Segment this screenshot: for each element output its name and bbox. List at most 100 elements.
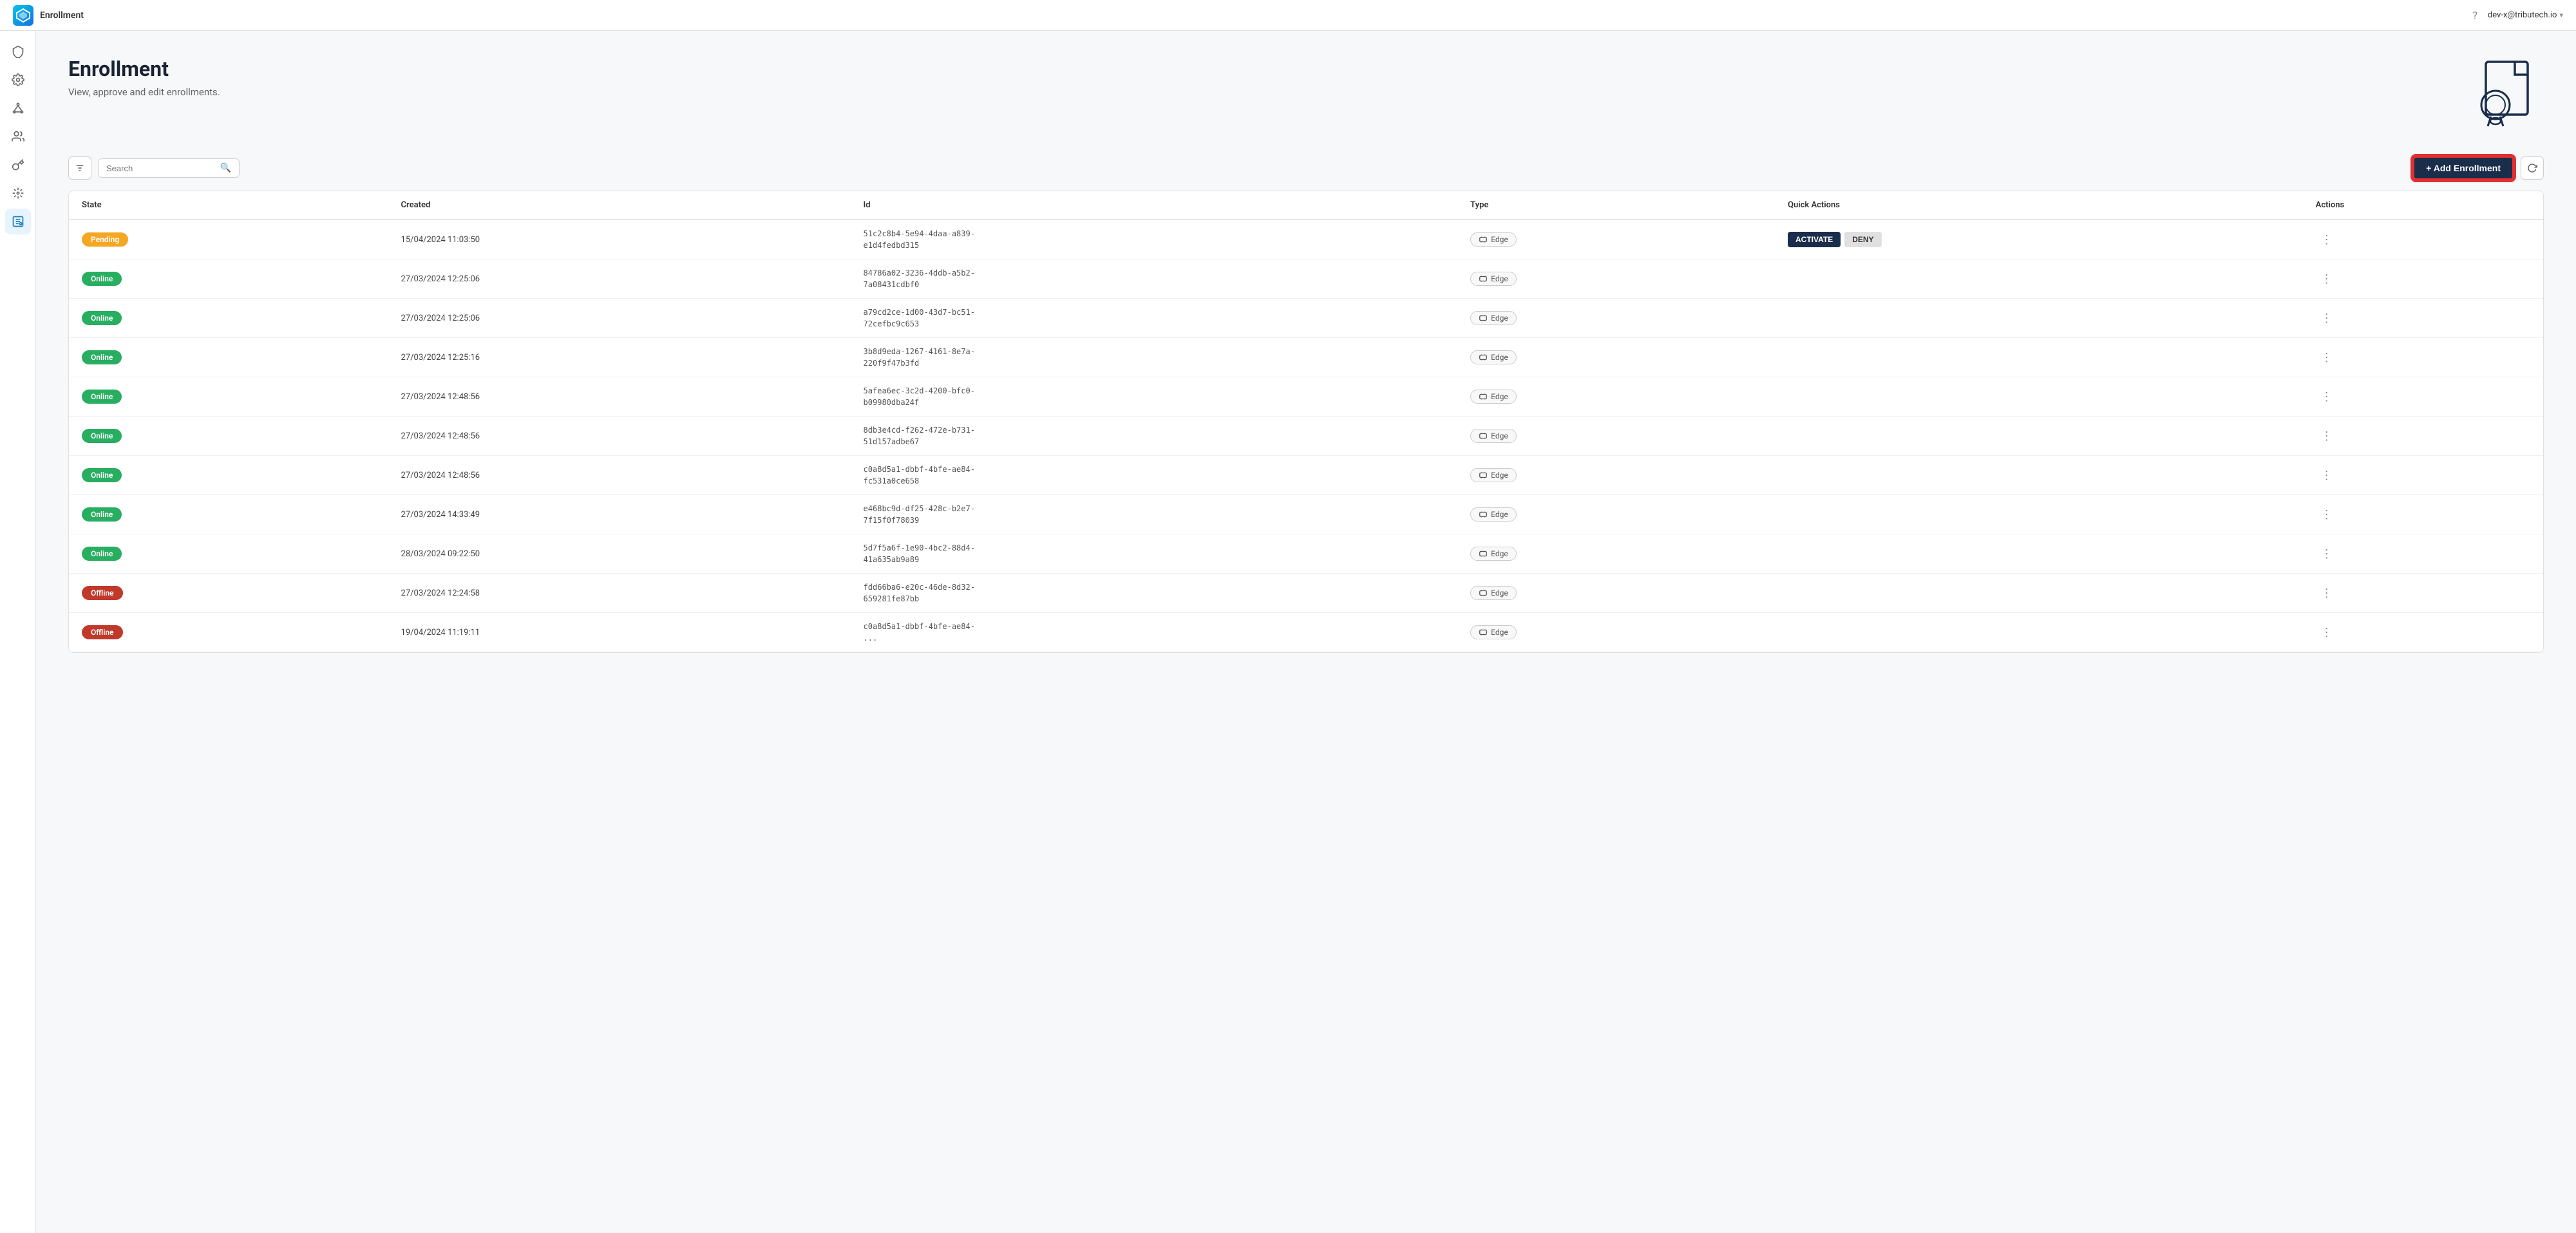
cell-id: c0a8d5a1-dbbf-4bfe-ae84- ... <box>851 613 1458 652</box>
sidebar-item-enrollment[interactable] <box>5 209 31 234</box>
sidebar-item-network[interactable] <box>5 95 31 121</box>
cell-quick-actions <box>1775 338 2303 377</box>
network-icon <box>12 102 24 115</box>
app-logo <box>13 5 33 26</box>
state-badge: Online <box>82 429 122 443</box>
edge-type-badge[interactable]: Edge <box>1470 429 1517 443</box>
table-row: Online27/03/2024 14:33:49e468bc9d-df25-4… <box>69 495 2543 534</box>
table-row: Online27/03/2024 12:25:0684786a02-3236-4… <box>69 259 2543 299</box>
table-row: Online27/03/2024 12:25:06a79cd2ce-1d00-4… <box>69 299 2543 338</box>
cell-type: Edge <box>1457 417 1775 456</box>
more-actions-button[interactable]: ⋮ <box>2316 388 2338 406</box>
col-actions: Actions <box>2303 191 2543 220</box>
sidebar-item-integrations[interactable] <box>5 180 31 206</box>
state-badge: Online <box>82 390 122 404</box>
gear-icon <box>12 73 24 86</box>
add-enrollment-button[interactable]: + Add Enrollment <box>2412 156 2514 180</box>
cell-state: Online <box>69 456 388 495</box>
cell-quick-actions <box>1775 377 2303 417</box>
search-icon: 🔍 <box>220 163 231 173</box>
user-menu[interactable]: dev-x@tributech.io ▾ <box>2488 10 2563 20</box>
help-icon[interactable]: ? <box>2472 9 2477 21</box>
page-title: Enrollment <box>68 57 220 81</box>
edge-icon <box>1479 549 1488 558</box>
table-row: Online27/03/2024 12:48:568db3e4cd-f262-4… <box>69 417 2543 456</box>
cell-created: 27/03/2024 12:48:56 <box>388 417 851 456</box>
edge-type-badge[interactable]: Edge <box>1470 350 1517 364</box>
refresh-button[interactable] <box>2521 156 2544 180</box>
key-icon <box>12 158 24 171</box>
cell-type: Edge <box>1457 259 1775 299</box>
col-id: Id <box>851 191 1458 220</box>
integrations-icon <box>12 187 24 200</box>
cell-created: 27/03/2024 12:24:58 <box>388 574 851 613</box>
deny-button[interactable]: DENY <box>1844 232 1881 247</box>
more-actions-button[interactable]: ⋮ <box>2316 231 2338 249</box>
cell-quick-actions <box>1775 574 2303 613</box>
cell-id: 5d7f5a6f-1e90-4bc2-88d4- 41a635ab9a89 <box>851 534 1458 574</box>
more-actions-button[interactable]: ⋮ <box>2316 623 2338 642</box>
edge-type-badge[interactable]: Edge <box>1470 272 1517 286</box>
more-actions-button[interactable]: ⋮ <box>2316 270 2338 288</box>
page-header-icon <box>2467 57 2544 130</box>
chevron-down-icon: ▾ <box>2559 11 2563 19</box>
activate-button[interactable]: ACTIVATE <box>1788 232 1841 247</box>
col-created: Created <box>388 191 851 220</box>
cell-type: Edge <box>1457 534 1775 574</box>
edge-type-badge[interactable]: Edge <box>1470 547 1517 561</box>
users-icon <box>12 130 24 143</box>
cell-state: Online <box>69 377 388 417</box>
edge-type-badge[interactable]: Edge <box>1470 468 1517 482</box>
app-title: Enrollment <box>40 10 84 21</box>
state-badge: Online <box>82 311 122 325</box>
edge-type-badge[interactable]: Edge <box>1470 311 1517 325</box>
edge-type-badge[interactable]: Edge <box>1470 232 1517 247</box>
more-actions-button[interactable]: ⋮ <box>2316 466 2338 485</box>
edge-type-badge[interactable]: Edge <box>1470 390 1517 404</box>
cell-state: Online <box>69 417 388 456</box>
main-content: Enrollment View, approve and edit enroll… <box>36 31 2576 1233</box>
cell-quick-actions <box>1775 417 2303 456</box>
topbar-left: Enrollment <box>13 5 84 26</box>
state-badge: Online <box>82 507 122 522</box>
table-header-row: State Created Id Type Quick Actions Acti… <box>69 191 2543 220</box>
edge-icon <box>1479 431 1488 440</box>
cell-state: Online <box>69 495 388 534</box>
cell-type: Edge <box>1457 456 1775 495</box>
topbar: Enrollment ? dev-x@tributech.io ▾ <box>0 0 2576 31</box>
cell-id: fdd66ba6-e20c-46de-8d32- 659281fe87bb <box>851 574 1458 613</box>
cell-actions: ⋮ <box>2303 338 2543 377</box>
edge-type-badge[interactable]: Edge <box>1470 625 1517 639</box>
toolbar-left: 🔍 <box>68 156 240 180</box>
sidebar-item-keys[interactable] <box>5 152 31 178</box>
more-actions-button[interactable]: ⋮ <box>2316 309 2338 328</box>
more-actions-button[interactable]: ⋮ <box>2316 505 2338 524</box>
cell-actions: ⋮ <box>2303 299 2543 338</box>
edge-type-badge[interactable]: Edge <box>1470 586 1517 600</box>
cell-state: Online <box>69 259 388 299</box>
table-row: Online27/03/2024 12:25:163b8d9eda-1267-4… <box>69 338 2543 377</box>
cell-actions: ⋮ <box>2303 417 2543 456</box>
edge-type-badge[interactable]: Edge <box>1470 507 1517 522</box>
more-actions-button[interactable]: ⋮ <box>2316 348 2338 367</box>
more-actions-button[interactable]: ⋮ <box>2316 584 2338 603</box>
sidebar-item-users[interactable] <box>5 124 31 149</box>
cell-quick-actions: ACTIVATEDENY <box>1775 220 2303 259</box>
more-actions-button[interactable]: ⋮ <box>2316 545 2338 563</box>
sidebar-item-security[interactable] <box>5 39 31 64</box>
table-row: Offline27/03/2024 12:24:58fdd66ba6-e20c-… <box>69 574 2543 613</box>
filter-button[interactable] <box>68 156 91 180</box>
shield-icon <box>12 45 24 58</box>
search-input[interactable] <box>106 164 215 173</box>
table-row: Online28/03/2024 09:22:505d7f5a6f-1e90-4… <box>69 534 2543 574</box>
cell-state: Online <box>69 299 388 338</box>
cell-type: Edge <box>1457 574 1775 613</box>
refresh-icon <box>2527 163 2537 173</box>
sidebar-item-settings[interactable] <box>5 67 31 93</box>
table-row: Online27/03/2024 12:48:56c0a8d5a1-dbbf-4… <box>69 456 2543 495</box>
more-actions-button[interactable]: ⋮ <box>2316 427 2338 446</box>
cell-created: 27/03/2024 12:25:16 <box>388 338 851 377</box>
table-row: Online27/03/2024 12:48:565afea6ec-3c2d-4… <box>69 377 2543 417</box>
cell-state: Online <box>69 338 388 377</box>
cell-id: 51c2c8b4-5e94-4daa-a839- e1d4fedbd315 <box>851 220 1458 259</box>
